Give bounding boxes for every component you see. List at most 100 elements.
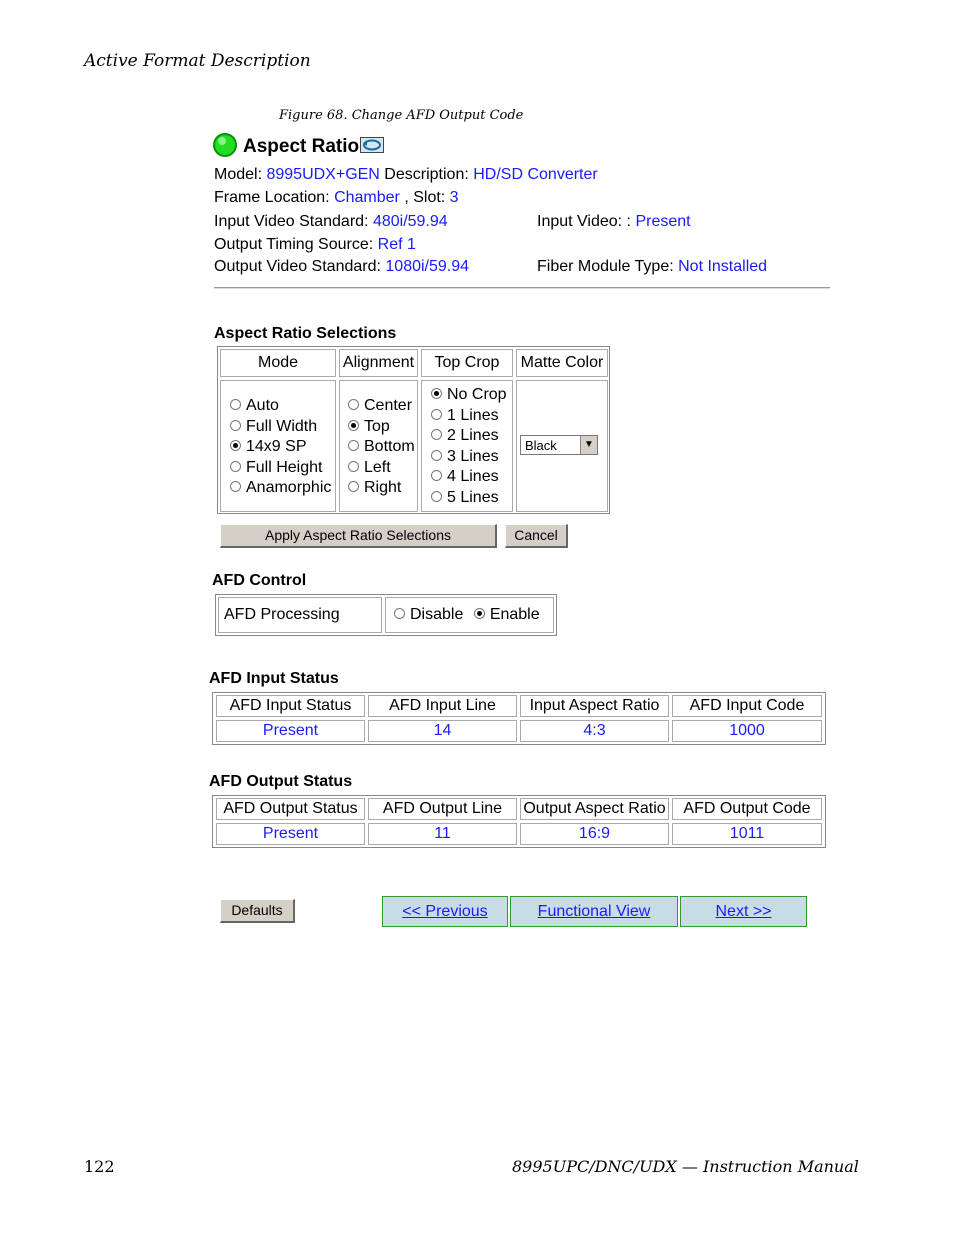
timing-value: Ref 1	[377, 236, 416, 253]
radio-icon[interactable]	[431, 388, 442, 399]
option-label: 1 Lines	[447, 406, 499, 424]
afd-output-status-value: Present	[216, 823, 365, 845]
radio-icon[interactable]	[348, 460, 359, 472]
divider	[214, 287, 830, 289]
crop-option-2[interactable]: 2 Lines	[431, 426, 507, 447]
chevron-down-icon[interactable]: ▼	[580, 436, 597, 454]
radio-icon[interactable]	[348, 399, 359, 410]
input-video-row: Input Video: : Present	[537, 213, 691, 231]
fiber-row: Fiber Module Type: Not Installed	[537, 258, 767, 276]
matte-color-value: Black	[525, 438, 557, 453]
page-number: 122	[84, 1157, 115, 1176]
option-label: Full Width	[246, 417, 318, 435]
radio-icon[interactable]	[230, 419, 241, 431]
next-link[interactable]: Next >>	[715, 903, 771, 920]
refresh-icon[interactable]	[360, 137, 384, 153]
timing-label: Output Timing Source:	[214, 236, 378, 253]
frame-label: Frame Location:	[214, 189, 335, 206]
radio-icon[interactable]	[431, 470, 442, 481]
model-label: Model:	[214, 166, 267, 183]
previous-link[interactable]: << Previous	[402, 903, 487, 920]
defaults-button[interactable]: Defaults	[220, 899, 295, 923]
crop-option-1[interactable]: 1 Lines	[431, 406, 507, 427]
afd-output-line-value: 11	[368, 823, 517, 845]
header-mode: Mode	[220, 349, 336, 377]
option-label: 3 Lines	[447, 447, 499, 465]
frame-row: Frame Location: Chamber , Slot: 3	[214, 189, 459, 207]
afd-input-table: AFD Input Status AFD Input Line Input As…	[212, 692, 826, 745]
mode-option-full-height[interactable]: Full Height	[230, 458, 331, 479]
next-button[interactable]: Next >>	[680, 896, 807, 927]
afd-enable-option[interactable]: Enable	[473, 606, 540, 623]
option-label: 2 Lines	[447, 427, 499, 444]
mode-option-anamorphic[interactable]: Anamorphic	[230, 478, 331, 499]
option-label: Top	[364, 417, 390, 435]
align-option-left[interactable]: Left	[348, 458, 415, 479]
crop-option-none[interactable]: No Crop	[431, 385, 507, 406]
alignment-cell: Center Top Bottom Left Right	[339, 380, 418, 512]
output-std-value: 1080i/59.94	[385, 258, 470, 275]
radio-icon[interactable]	[394, 608, 405, 619]
radio-icon[interactable]	[230, 399, 241, 410]
afd-processing-label: AFD Processing	[218, 597, 382, 633]
output-std-row: Output Video Standard: 1080i/59.94	[214, 258, 469, 276]
radio-icon[interactable]	[431, 429, 442, 440]
afd-control-heading: AFD Control	[212, 572, 307, 589]
mode-option-full-width[interactable]: Full Width	[230, 417, 331, 438]
radio-icon[interactable]	[431, 449, 442, 461]
model-row: Model: 8995UDX+GEN Description: HD/SD Co…	[214, 166, 598, 184]
slot-value: 3	[449, 189, 459, 206]
input-video-value: Present	[635, 213, 691, 230]
afd-input-header-line: AFD Input Line	[368, 695, 517, 717]
option-label: Right	[364, 479, 402, 496]
align-option-bottom[interactable]: Bottom	[348, 437, 415, 458]
align-option-center[interactable]: Center	[348, 396, 415, 417]
radio-icon[interactable]	[431, 490, 442, 502]
option-label: 4 Lines	[447, 468, 499, 485]
functional-view-link[interactable]: Functional View	[538, 903, 651, 920]
output-std-label: Output Video Standard:	[214, 258, 386, 275]
afd-control-table: AFD Processing Disable Enable	[215, 594, 557, 636]
previous-button[interactable]: << Previous	[382, 896, 508, 927]
panel-title: Aspect Ratio	[243, 136, 360, 157]
radio-icon[interactable]	[473, 608, 485, 619]
option-label: Bottom	[364, 438, 415, 455]
crop-option-4[interactable]: 4 Lines	[431, 467, 507, 488]
figure-caption: Figure 68. Change AFD Output Code	[279, 108, 524, 123]
option-label: Auto	[246, 397, 279, 414]
fiber-value: Not Installed	[678, 258, 768, 275]
fiber-label: Fiber Module Type:	[537, 258, 679, 275]
disable-label: Disable	[410, 606, 464, 623]
description-label: Description:	[379, 166, 474, 183]
radio-icon[interactable]	[230, 460, 241, 472]
mode-option-14x9-sp[interactable]: 14x9 SP	[230, 437, 331, 458]
afd-input-aspect-value: 4:3	[520, 720, 669, 742]
radio-icon[interactable]	[230, 440, 241, 451]
header-top-crop: Top Crop	[421, 349, 513, 377]
align-option-top[interactable]: Top	[348, 417, 415, 438]
mode-options: Auto Full Width 14x9 SP Full Height Anam…	[230, 396, 331, 499]
afd-disable-option[interactable]: Disable	[394, 606, 463, 623]
enable-label: Enable	[489, 606, 540, 623]
afd-output-aspect-value: 16:9	[520, 823, 669, 845]
mode-option-auto[interactable]: Auto	[230, 396, 331, 417]
matte-color-select[interactable]: Black ▼	[520, 435, 598, 455]
radio-icon[interactable]	[431, 408, 442, 420]
afd-input-heading: AFD Input Status	[209, 670, 339, 687]
timing-row: Output Timing Source: Ref 1	[214, 236, 416, 254]
cancel-button[interactable]: Cancel	[505, 524, 568, 548]
slot-label: , Slot:	[399, 189, 450, 206]
radio-icon[interactable]	[230, 481, 241, 492]
model-value: 8995UDX+GEN	[266, 166, 380, 183]
radio-icon[interactable]	[348, 440, 359, 451]
crop-option-3[interactable]: 3 Lines	[431, 447, 507, 468]
radio-icon[interactable]	[348, 481, 359, 492]
afd-input-header-aspect: Input Aspect Ratio	[520, 695, 669, 717]
apply-aspect-button[interactable]: Apply Aspect Ratio Selections	[220, 524, 497, 548]
afd-input-header-code: AFD Input Code	[672, 695, 822, 717]
input-std-row: Input Video Standard: 480i/59.94	[214, 213, 448, 231]
crop-option-5[interactable]: 5 Lines	[431, 488, 507, 509]
functional-view-button[interactable]: Functional View	[510, 896, 678, 927]
align-option-right[interactable]: Right	[348, 478, 415, 499]
radio-icon[interactable]	[348, 419, 359, 431]
